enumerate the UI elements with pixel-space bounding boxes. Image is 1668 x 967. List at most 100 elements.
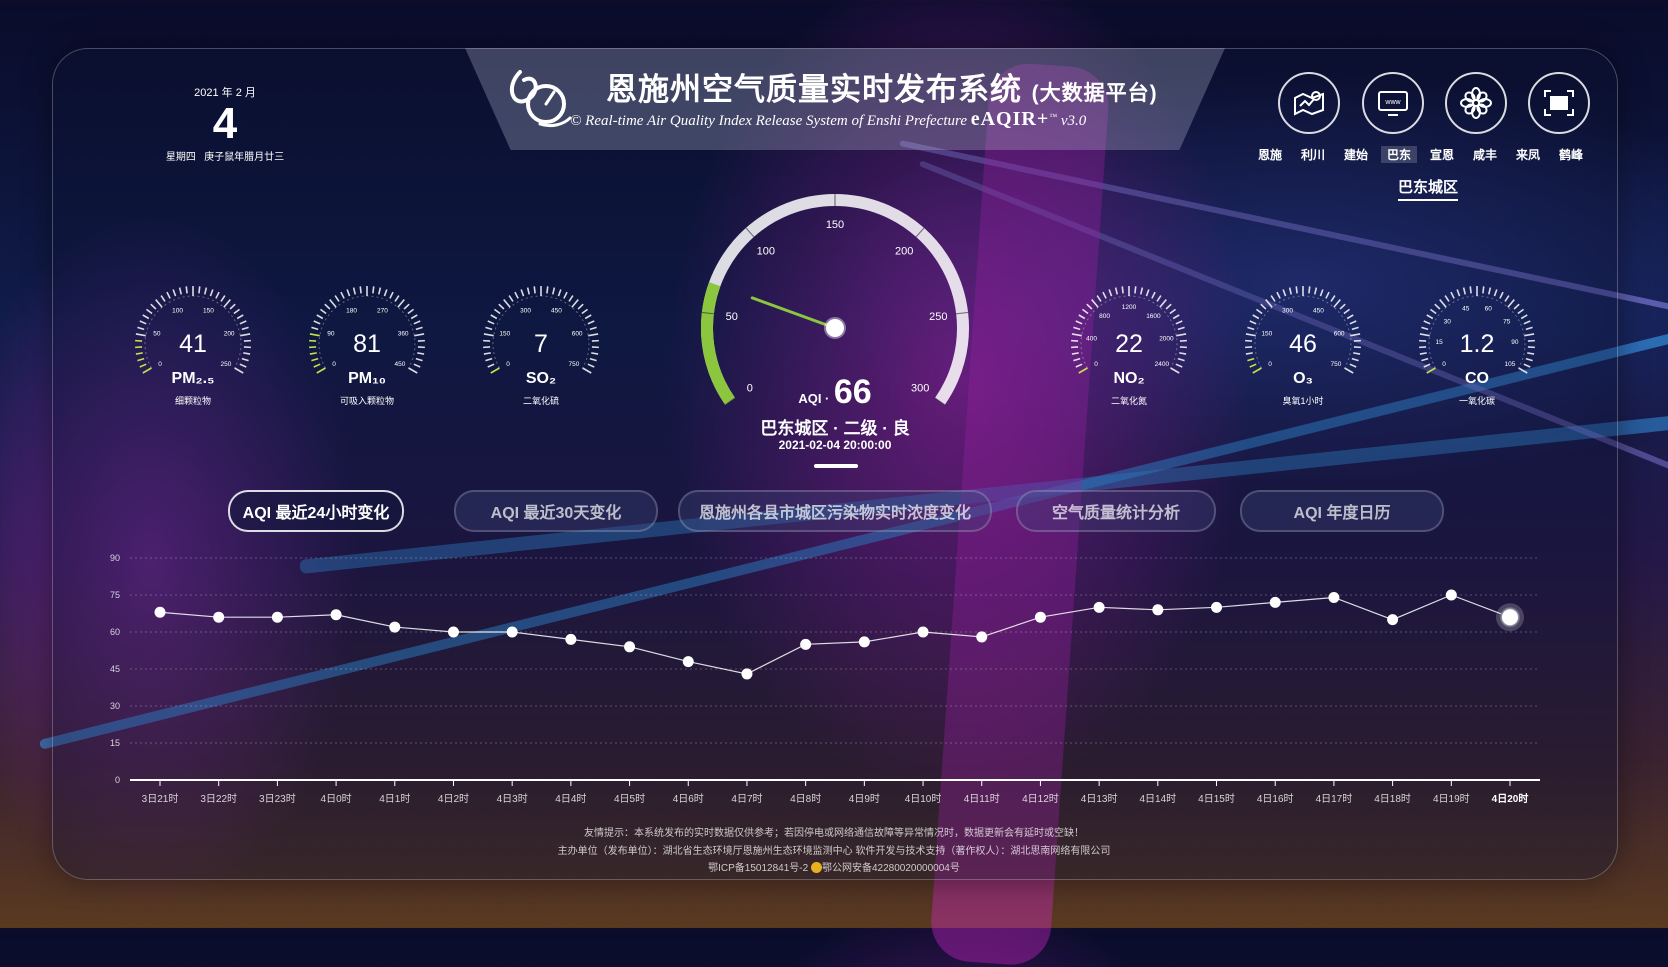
gauge-pollutant-desc: 细颗粒物 xyxy=(118,394,268,407)
fullscreen-button[interactable] xyxy=(1528,72,1590,134)
chart-point[interactable] xyxy=(331,609,342,620)
gauge-tick xyxy=(1489,288,1491,295)
gauge-tick xyxy=(1256,309,1262,313)
gauge-tick xyxy=(314,321,320,324)
chart-point[interactable] xyxy=(1328,592,1339,603)
chart-point[interactable] xyxy=(976,631,987,642)
chart-point[interactable] xyxy=(741,668,752,679)
chart-point[interactable] xyxy=(389,622,400,633)
city-tab-6[interactable]: 来凤 xyxy=(1516,146,1540,163)
gauge-tick xyxy=(140,364,146,367)
chart-point[interactable] xyxy=(1446,590,1457,601)
gauge-tick-label: 450 xyxy=(1313,307,1324,314)
chart-point[interactable] xyxy=(1501,608,1519,626)
gauge-tick xyxy=(1152,292,1155,298)
map-icon xyxy=(1292,88,1326,118)
chart-point[interactable] xyxy=(213,612,224,623)
gauge-tick xyxy=(335,296,339,302)
chart-point[interactable] xyxy=(683,656,694,667)
chart-point[interactable] xyxy=(1387,614,1398,625)
aqi-underline xyxy=(814,464,858,468)
gauge-tick xyxy=(1290,288,1292,295)
gauge-value: 41 xyxy=(118,330,268,359)
chart-point[interactable] xyxy=(448,627,459,638)
page-title-main: 恩施州空气质量实时发布系统 xyxy=(606,72,1022,107)
chart-x-tick-label: 4日0时 xyxy=(321,793,352,805)
chart-point[interactable] xyxy=(565,634,576,645)
police-link[interactable]: 鄂公网安备42280020000004号 xyxy=(822,863,960,874)
tab-annual-calendar[interactable]: AQI 年度日历 xyxy=(1240,490,1444,532)
gauge-dial: 0153045607590105 xyxy=(1402,278,1552,378)
city-tab-2[interactable]: 建始 xyxy=(1344,146,1368,163)
chart-point[interactable] xyxy=(624,641,635,652)
gauge-tick xyxy=(1451,292,1454,298)
svg-text:www: www xyxy=(1384,99,1401,106)
fullscreen-icon xyxy=(1542,88,1576,118)
gauge-tick xyxy=(325,304,330,309)
city-tab-0[interactable]: 恩施 xyxy=(1258,146,1282,163)
chart-point[interactable] xyxy=(1270,597,1281,608)
gauge-tick-label: 750 xyxy=(568,361,579,368)
gauge-pollutant-name: NO₂ xyxy=(1054,370,1204,388)
website-button[interactable]: www xyxy=(1362,72,1424,134)
gauge-tick xyxy=(1483,286,1484,293)
aqi-readout: AQI · 66 xyxy=(680,373,990,412)
gauge-tick xyxy=(210,289,212,296)
gauge-tick-label: 0 xyxy=(1268,361,1272,368)
chart-point[interactable] xyxy=(1094,602,1105,613)
chart-point[interactable] xyxy=(800,639,811,650)
gauge-tick xyxy=(569,296,573,302)
chart-point[interactable] xyxy=(272,612,283,623)
gauge-tick xyxy=(564,292,567,298)
gauge-tick xyxy=(143,315,149,319)
city-tab-4[interactable]: 宣恩 xyxy=(1430,146,1454,163)
gauge-tick xyxy=(224,300,230,308)
gauge-pollutant-name: SO₂ xyxy=(466,370,616,388)
chart-point[interactable] xyxy=(155,607,166,618)
gauge-tick xyxy=(1076,364,1082,367)
theme-button[interactable] xyxy=(1445,72,1507,134)
chart-point[interactable] xyxy=(859,636,870,647)
gauge-tick xyxy=(1521,315,1527,319)
aqi-status: 巴东城区 · 二级 · 良 xyxy=(680,414,990,439)
gauge-tick-label: 300 xyxy=(1282,307,1293,314)
chart-y-tick-label: 75 xyxy=(110,590,120,600)
tab-statistics[interactable]: 空气质量统计分析 xyxy=(1016,490,1216,532)
gauge-tick xyxy=(1250,321,1256,324)
chart-point[interactable] xyxy=(918,627,929,638)
chart-x-tick-label: 4日11时 xyxy=(964,793,1000,805)
chart-point[interactable] xyxy=(1152,604,1163,615)
tab-aqi-24h[interactable]: AQI 最近24小时变化 xyxy=(228,490,404,532)
gauge-value: 7 xyxy=(466,330,616,359)
city-tab-3[interactable]: 巴东 xyxy=(1381,146,1417,163)
chart-point[interactable] xyxy=(1211,602,1222,613)
icp-link[interactable]: 鄂ICP备15012841号-2 xyxy=(708,863,808,874)
gauge-dial: 0150300450600750 xyxy=(466,278,616,378)
city-tab-1[interactable]: 利川 xyxy=(1301,146,1325,163)
trademark-mark: ™ xyxy=(1049,112,1057,121)
pollutant-gauge: 01530456075901051.2CO一氧化碳 xyxy=(1402,278,1552,418)
gauge-pollutant-desc: 一氧化碳 xyxy=(1402,394,1552,407)
date-year-month: 2021 年 2 月 xyxy=(140,84,310,100)
gauge-tick xyxy=(1277,292,1280,298)
gauge-tick xyxy=(411,315,417,319)
city-tab-7[interactable]: 鹤峰 xyxy=(1559,146,1583,163)
tab-county-pollutants[interactable]: 恩施州各县市城区污染物实时浓度变化 xyxy=(678,490,992,532)
aqi-value: 66 xyxy=(834,373,872,411)
gauge-tick xyxy=(1141,288,1143,295)
chart-point[interactable] xyxy=(1035,612,1046,623)
gauge-tick xyxy=(1082,309,1088,313)
gauge-tick xyxy=(1079,315,1085,319)
tab-aqi-30d[interactable]: AQI 最近30天变化 xyxy=(454,490,658,532)
gauge-value: 22 xyxy=(1054,330,1204,359)
gauge-pollutant-name: O₃ xyxy=(1228,370,1378,388)
map-button[interactable] xyxy=(1278,72,1340,134)
gauge-tick xyxy=(1508,300,1514,308)
city-tab-5[interactable]: 咸丰 xyxy=(1473,146,1497,163)
chart-x-tick-label: 4日5时 xyxy=(614,793,645,805)
gauge-pollutant-desc: 可吸入颗粒物 xyxy=(292,394,442,407)
chart-x-tick-label: 4日17时 xyxy=(1316,793,1353,805)
gauge-tick xyxy=(360,286,361,293)
district-label[interactable]: 巴东城区 xyxy=(1398,176,1458,201)
chart-point[interactable] xyxy=(507,627,518,638)
